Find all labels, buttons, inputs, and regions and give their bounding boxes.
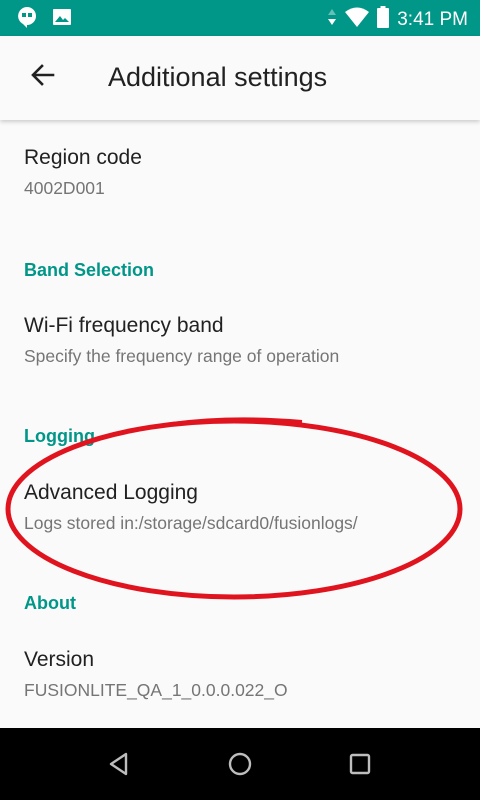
- status-bar: 3:41 PM: [0, 0, 480, 36]
- battery-icon: [377, 6, 390, 33]
- wifi-icon: [345, 7, 370, 32]
- pref-version[interactable]: Version FUSIONLITE_QA_1_0.0.0.022_O: [0, 638, 480, 718]
- pref-title: Region code: [24, 146, 142, 169]
- home-circle-icon: [228, 752, 252, 776]
- back-triangle-icon: [109, 752, 128, 776]
- recents-square-icon: [349, 753, 371, 775]
- navigation-bar: [0, 728, 480, 800]
- nav-back-button[interactable]: [106, 750, 134, 778]
- status-time: 3:41 PM: [397, 8, 468, 30]
- pref-summary: FUSIONLITE_QA_1_0.0.0.022_O: [24, 680, 288, 700]
- pref-summary: Specify the frequency range of operation: [24, 346, 340, 366]
- back-button[interactable]: [18, 54, 66, 102]
- pref-region-code[interactable]: Region code 4002D001: [0, 136, 480, 216]
- hangouts-icon: [16, 6, 38, 33]
- pref-wifi-frequency-band[interactable]: Wi-Fi frequency band Specify the frequen…: [0, 304, 480, 384]
- pref-summary: Logs stored in:/storage/sdcard0/fusionlo…: [24, 513, 358, 533]
- pref-title: Advanced Logging: [24, 481, 198, 504]
- category-logging: Logging: [24, 426, 95, 446]
- settings-list: Region code 4002D001 Band Selection Wi-F…: [0, 120, 480, 728]
- app-bar: Additional settings: [0, 36, 480, 120]
- nav-recents-button[interactable]: [346, 750, 374, 778]
- category-about: About: [24, 593, 76, 613]
- page-title: Additional settings: [108, 62, 328, 92]
- image-icon: [52, 7, 72, 32]
- pref-advanced-logging[interactable]: Advanced Logging Logs stored in:/storage…: [0, 471, 480, 551]
- category-band-selection: Band Selection: [24, 260, 155, 280]
- pref-title: Version: [24, 648, 95, 671]
- nav-home-button[interactable]: [226, 750, 254, 778]
- pref-summary: 4002D001: [24, 178, 105, 198]
- arrow-back-icon: [29, 63, 55, 94]
- pref-title: Wi-Fi frequency band: [24, 314, 224, 337]
- data-arrows-icon: [327, 7, 337, 32]
